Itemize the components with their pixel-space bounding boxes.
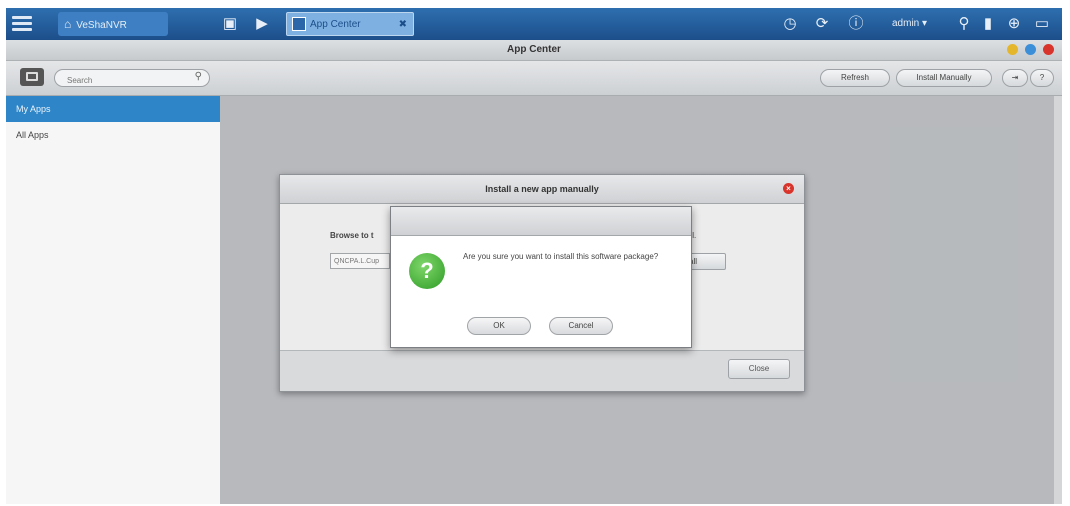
scrollbar[interactable] xyxy=(1054,96,1062,504)
dialog-header: Install a new app manually × xyxy=(280,175,804,204)
tab-app-center[interactable]: App Center ✖ xyxy=(286,12,414,36)
sync-icon[interactable]: ⟳ xyxy=(812,14,832,34)
sidebar-item-my-apps[interactable]: My Apps xyxy=(6,96,220,122)
cancel-button[interactable]: Cancel xyxy=(549,317,613,335)
close-icon[interactable]: × xyxy=(783,183,794,194)
install-button[interactable]: all xyxy=(686,253,726,270)
user-menu[interactable]: admin ▾ xyxy=(892,8,927,40)
window-close-button[interactable] xyxy=(1043,44,1054,55)
tab-label: App Center xyxy=(310,19,361,30)
close-button[interactable]: Close xyxy=(728,359,790,379)
play-icon[interactable]: ▶ xyxy=(252,14,272,34)
close-icon[interactable]: ✖ xyxy=(399,13,407,37)
dialog-title: Install a new app manually xyxy=(485,184,599,194)
refresh-button[interactable]: Refresh xyxy=(820,69,890,87)
home-icon: ⌂ xyxy=(64,17,72,31)
sidebar-item-all-apps[interactable]: All Apps xyxy=(6,122,220,148)
network-icon[interactable]: ⊕ xyxy=(1004,14,1024,34)
search-icon[interactable]: ⚲ xyxy=(954,14,974,34)
monitor-icon[interactable]: ▣ xyxy=(220,14,240,34)
browse-label: Browse to t xyxy=(330,231,374,240)
help-icon[interactable]: ? xyxy=(1030,69,1054,87)
minimize-button[interactable] xyxy=(1007,44,1018,55)
window-title: App Center xyxy=(507,44,561,55)
confirm-message: Are you sure you want to install this so… xyxy=(463,252,659,261)
info-icon[interactable]: ⓘ xyxy=(846,14,866,34)
taskbar: ⌂ VeShaNVR ▣ ▶ App Center ✖ ◷ ⟳ ⓘ admin ▾… xyxy=(6,8,1062,40)
ok-button[interactable]: OK xyxy=(467,317,531,335)
app-store-icon[interactable] xyxy=(20,68,44,86)
confirm-dialog: ? Are you sure you want to install this … xyxy=(390,206,692,348)
maximize-button[interactable] xyxy=(1025,44,1036,55)
search-icon[interactable]: ⚲ xyxy=(195,71,202,82)
home-label: VeShaNVR xyxy=(76,20,127,31)
desktop: ⌂ VeShaNVR ▣ ▶ App Center ✖ ◷ ⟳ ⓘ admin ▾… xyxy=(6,8,1062,504)
dialog-footer: Close xyxy=(280,350,804,391)
toolbar: ⚲ Refresh Install Manually ⇥ ? xyxy=(6,61,1062,96)
sidebar: My Apps All Apps xyxy=(6,96,221,504)
question-icon: ? xyxy=(409,253,445,289)
exit-icon[interactable]: ⇥ xyxy=(1002,69,1028,87)
search-input[interactable] xyxy=(65,72,189,89)
window-titlebar: App Center xyxy=(6,40,1062,61)
confirm-header xyxy=(391,207,691,236)
chat-icon[interactable]: ▭ xyxy=(1032,14,1052,34)
search-box[interactable]: ⚲ xyxy=(54,69,210,89)
file-path-field[interactable]: QNCPA.L.Cup xyxy=(330,253,390,269)
install-manually-button[interactable]: Install Manually xyxy=(896,69,992,87)
menu-icon[interactable] xyxy=(12,14,32,34)
home-button[interactable]: ⌂ VeShaNVR xyxy=(58,12,168,36)
clock-icon[interactable]: ◷ xyxy=(780,14,800,34)
storage-icon[interactable]: ▮ xyxy=(978,14,998,34)
app-center-icon xyxy=(292,17,306,32)
